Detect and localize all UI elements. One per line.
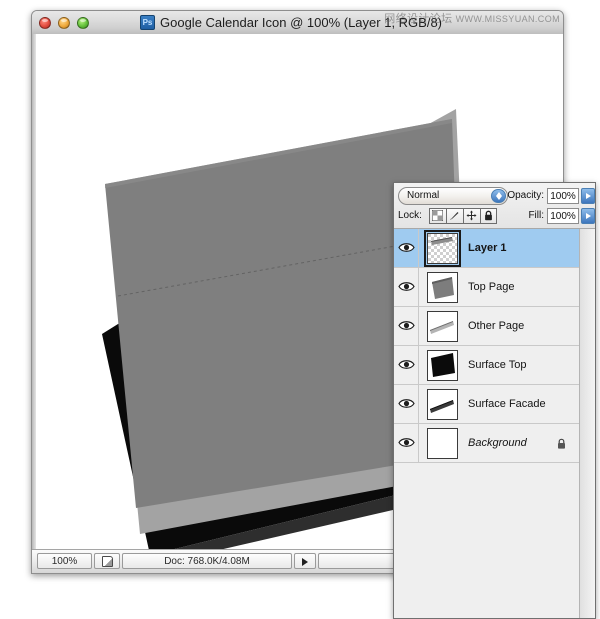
eye-icon [398,399,415,408]
layer-name-surface-facade[interactable]: Surface Facade [468,385,546,424]
layer-thumbnail-other-page[interactable] [427,311,458,342]
opacity-slider-arrow-icon[interactable] [581,188,595,204]
visibility-toggle-top-page[interactable] [394,268,419,306]
eye-icon [398,438,415,447]
layer-name-background[interactable]: Background [468,424,527,463]
move-arrows-icon[interactable] [463,208,480,224]
opacity-label: Opacity: [507,190,544,201]
photoshop-app-icon: Ps [140,15,155,30]
play-triangle-icon[interactable] [294,553,316,569]
layers-panel-scrollbar[interactable] [579,229,595,618]
layer-thumbnail-background[interactable] [427,428,458,459]
layer-thumbnail-surface-facade[interactable] [427,389,458,420]
layers-panel-header: Normal Opacity: 100% Fill: 100% Lock: [394,183,595,229]
document-size-info[interactable]: Doc: 768.0K/4.08M [122,553,292,569]
checkerboard-icon[interactable] [429,208,446,224]
eye-icon [398,282,415,291]
layer-thumbnail-layer-1[interactable] [424,230,461,267]
layer-name-layer-1[interactable]: Layer 1 [468,229,507,268]
layer-name-top-page[interactable]: Top Page [468,268,514,307]
opacity-input[interactable]: 100% [547,188,579,204]
fill-slider-arrow-icon[interactable] [581,208,595,224]
layer-name-other-page[interactable]: Other Page [468,307,524,346]
fill-input[interactable]: 100% [547,208,579,224]
watermark-url: WWW.MISSYUAN.COM [455,14,560,24]
visibility-toggle-other-page[interactable] [394,307,419,345]
eye-icon [398,360,415,369]
lock-label: Lock: [398,210,422,221]
window-titlebar[interactable]: Ps Google Calendar Icon @ 100% (Layer 1,… [32,11,563,35]
blend-mode-select[interactable]: Normal [398,187,508,205]
layer-row-top-page[interactable]: Top Page [394,268,579,307]
padlock-icon[interactable] [480,208,497,224]
layer-row-layer-1[interactable]: Layer 1 [394,229,579,268]
layer-row-surface-facade[interactable]: Surface Facade [394,385,579,424]
visibility-toggle-layer-1[interactable] [394,229,419,267]
visibility-toggle-surface-top[interactable] [394,346,419,384]
layer-name-surface-top[interactable]: Surface Top [468,346,527,385]
layer-thumbnail-surface-top[interactable] [427,350,458,381]
minimize-button[interactable] [58,17,70,29]
layers-panel: Normal Opacity: 100% Fill: 100% Lock: La… [393,182,596,619]
brush-icon[interactable] [446,208,463,224]
page-preview-icon[interactable] [94,553,120,569]
blend-mode-value: Normal [407,190,440,201]
document-title: Google Calendar Icon @ 100% (Layer 1, RG… [160,15,443,30]
zoom-level-field[interactable]: 100% [37,553,92,569]
maximize-button[interactable] [77,17,89,29]
layer-thumbnail-top-page[interactable] [427,272,458,303]
layer-list[interactable]: Layer 1 Top Page Other Page Surface Top … [394,229,579,618]
visibility-toggle-surface-facade[interactable] [394,385,419,423]
chevron-updown-icon[interactable] [491,189,506,203]
layer-row-surface-top[interactable]: Surface Top [394,346,579,385]
layer-row-background[interactable]: Background [394,424,579,463]
eye-icon [398,321,415,330]
fill-label: Fill: [528,210,544,221]
layer-row-other-page[interactable]: Other Page [394,307,579,346]
eye-icon [398,243,415,252]
visibility-toggle-background[interactable] [394,424,419,462]
background-locked-padlock-icon [556,437,567,455]
close-button[interactable] [39,17,51,29]
